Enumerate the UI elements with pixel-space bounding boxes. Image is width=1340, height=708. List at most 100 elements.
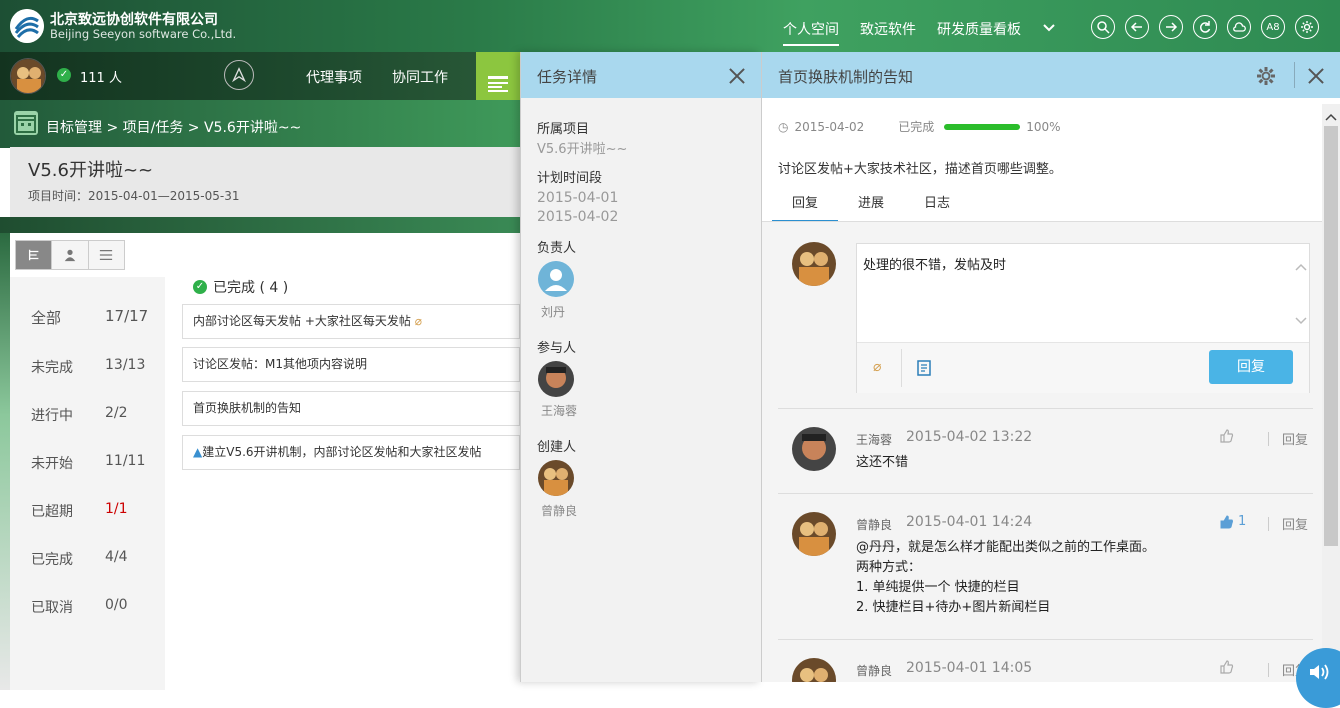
document-icon[interactable] [917, 360, 931, 376]
tab-progress[interactable]: 进展 [838, 190, 904, 222]
reply-editor[interactable]: 处理的很不错，发帖及时 ⌀ 回复 [856, 243, 1310, 393]
completed-header-label: 已完成 ( 4 ) [213, 280, 289, 296]
breadcrumb[interactable]: 目标管理 > 项目/任务 > V5.6开讲啦~~ [46, 117, 301, 137]
creator-label: 创建人 [537, 440, 577, 455]
tab-log[interactable]: 日志 [904, 190, 970, 222]
search-icon[interactable] [1091, 15, 1115, 39]
comment-item: 曾静良 2015-04-01 14:24 1 回复 @丹丹，就是怎么样才能配出类… [778, 493, 1313, 639]
comment-line: @丹丹，就是怎么样才能配出类似之前的工作桌面。 [856, 540, 1156, 555]
task-item[interactable]: 内部讨论区每天发帖 +大家社区每天发帖 ⌀ [182, 304, 520, 339]
scroll-thumb[interactable] [1324, 126, 1338, 546]
reply-button[interactable]: 回复 [1209, 350, 1293, 384]
owner-name: 刘丹 [541, 305, 566, 319]
my-avatar [792, 242, 836, 286]
settings-icon[interactable] [1295, 15, 1319, 39]
comment-divider [1268, 432, 1269, 446]
project-card: V5.6开讲啦~~ 项目时间：2015-04-01—2015-05-31 [10, 147, 520, 217]
period-end: 2015-04-02 [537, 209, 619, 225]
project-label: 所属项目 [537, 122, 590, 137]
task-item[interactable]: 讨论区发帖：M1其他项内容说明 [182, 347, 520, 382]
close-icon[interactable] [1304, 64, 1328, 88]
chevron-down-icon[interactable] [1040, 18, 1058, 36]
stat-cancelled-value: 0/0 [105, 597, 128, 613]
task-title: 讨论区发帖：M1其他项内容说明 [193, 357, 367, 371]
refresh-icon[interactable] [1193, 15, 1217, 39]
list-icon [488, 76, 508, 92]
cloud-icon[interactable] [1227, 15, 1251, 39]
topnav-quality-board[interactable]: 研发质量看板 [937, 0, 1021, 52]
nav-collaboration[interactable]: 协同工作 [392, 67, 448, 87]
stat-not-started-label[interactable]: 未开始 [31, 453, 73, 473]
top-icon-bar: A8 [1091, 15, 1319, 39]
stat-cancelled-label[interactable]: 已取消 [31, 597, 73, 617]
like-button[interactable] [1220, 429, 1234, 443]
task-item[interactable]: ▲建立V5.6开讲机制，内部讨论区发帖和大家社区发帖 [182, 435, 520, 470]
stat-overdue-label[interactable]: 已超期 [31, 501, 73, 521]
nav-delegated-items[interactable]: 代理事项 [306, 67, 362, 87]
participant-name: 王海蓉 [541, 404, 578, 418]
comment-time: 2015-04-01 14:24 [906, 514, 1033, 530]
reply-draft[interactable]: 处理的很不错，发帖及时 [863, 254, 1006, 273]
project-value[interactable]: V5.6开讲啦~~ [537, 138, 627, 157]
navigation-icon[interactable] [224, 60, 254, 90]
notice-description: 讨论区发帖+大家技术社区，描述首页哪些调整。 [778, 162, 1062, 177]
stat-completed-value: 4/4 [105, 549, 128, 565]
a8-icon[interactable]: A8 [1261, 15, 1285, 39]
brand-name-en: Beijing Seeyon software Co.,Ltd. [50, 27, 237, 41]
forward-icon[interactable] [1159, 15, 1183, 39]
notice-scrollbar[interactable] [1322, 104, 1340, 682]
back-icon[interactable] [1125, 15, 1149, 39]
task-detail-header: 任务详情 [521, 52, 762, 98]
header-divider [1294, 62, 1295, 88]
notice-header: 首页换肤机制的告知 [762, 52, 1340, 98]
user-bar-nav: 代理事项 协同工作 [306, 67, 448, 87]
comment-line: 两种方式： [856, 560, 922, 575]
scroll-up-icon[interactable] [1325, 112, 1337, 122]
commenter-name: 曾静良 [856, 664, 893, 678]
commenter-avatar[interactable] [792, 427, 836, 471]
stat-incomplete-label[interactable]: 未完成 [31, 357, 73, 377]
commenter-avatar[interactable] [792, 512, 836, 556]
brand-name-cn: 北京致远协创软件有限公司 [50, 12, 218, 28]
comment-line: 1. 单纯提供一个 快捷的栏目 [856, 580, 1020, 595]
task-item[interactable]: 首页换肤机制的告知 [182, 391, 520, 426]
tree-view-button[interactable] [16, 241, 53, 269]
completed-section-header[interactable]: ✓ 已完成 ( 4 ) [193, 277, 288, 297]
comment-reply-link[interactable]: 回复 [1282, 429, 1308, 448]
list-view-button[interactable] [89, 241, 124, 269]
attachment-icon: ⌀ [410, 314, 422, 328]
like-button[interactable] [1220, 660, 1234, 674]
gear-icon[interactable] [1256, 66, 1276, 86]
user-avatar[interactable] [10, 58, 46, 94]
person-view-button[interactable] [52, 241, 89, 269]
close-icon[interactable] [725, 64, 749, 88]
topnav-personal-space[interactable]: 个人空间 [783, 0, 839, 52]
tab-replies[interactable]: 回复 [772, 190, 839, 222]
task-title: 首页换肤机制的告知 [193, 401, 302, 415]
stat-completed-label[interactable]: 已完成 [31, 549, 73, 569]
commenter-avatar[interactable] [792, 658, 836, 682]
stat-all-value: 17/17 [105, 307, 149, 325]
creator-avatar[interactable] [538, 460, 574, 496]
project-time: 项目时间：2015-04-01—2015-05-31 [28, 189, 240, 203]
comment-item: 曾静良 2015-04-01 14:05 回复 [778, 639, 1313, 682]
owner-avatar[interactable] [538, 261, 574, 297]
scroll-down-icon[interactable] [1295, 316, 1307, 326]
stat-in-progress-label[interactable]: 进行中 [31, 405, 73, 425]
notice-status: 已完成 [898, 120, 935, 134]
period-start: 2015-04-01 [537, 190, 619, 206]
comment-time: 2015-04-02 13:22 [906, 429, 1033, 445]
online-count[interactable]: 111 人 [80, 67, 122, 86]
check-icon: ✓ [193, 280, 207, 294]
topnav-seeyon-software[interactable]: 致远软件 [860, 0, 916, 52]
comment-time: 2015-04-01 14:05 [906, 660, 1033, 676]
notice-meta: ◷ 2015-04-02 已完成 100% [778, 118, 1061, 135]
task-detail-title: 任务详情 [537, 68, 598, 86]
comment-reply-link[interactable]: 回复 [1282, 514, 1308, 533]
notice-date: 2015-04-02 [794, 119, 865, 134]
like-button[interactable]: 1 [1220, 514, 1246, 529]
attachment-icon[interactable]: ⌀ [873, 359, 881, 375]
participant-avatar[interactable] [538, 361, 574, 397]
scroll-up-icon[interactable] [1295, 262, 1307, 272]
stat-all-label[interactable]: 全部 [31, 307, 61, 328]
